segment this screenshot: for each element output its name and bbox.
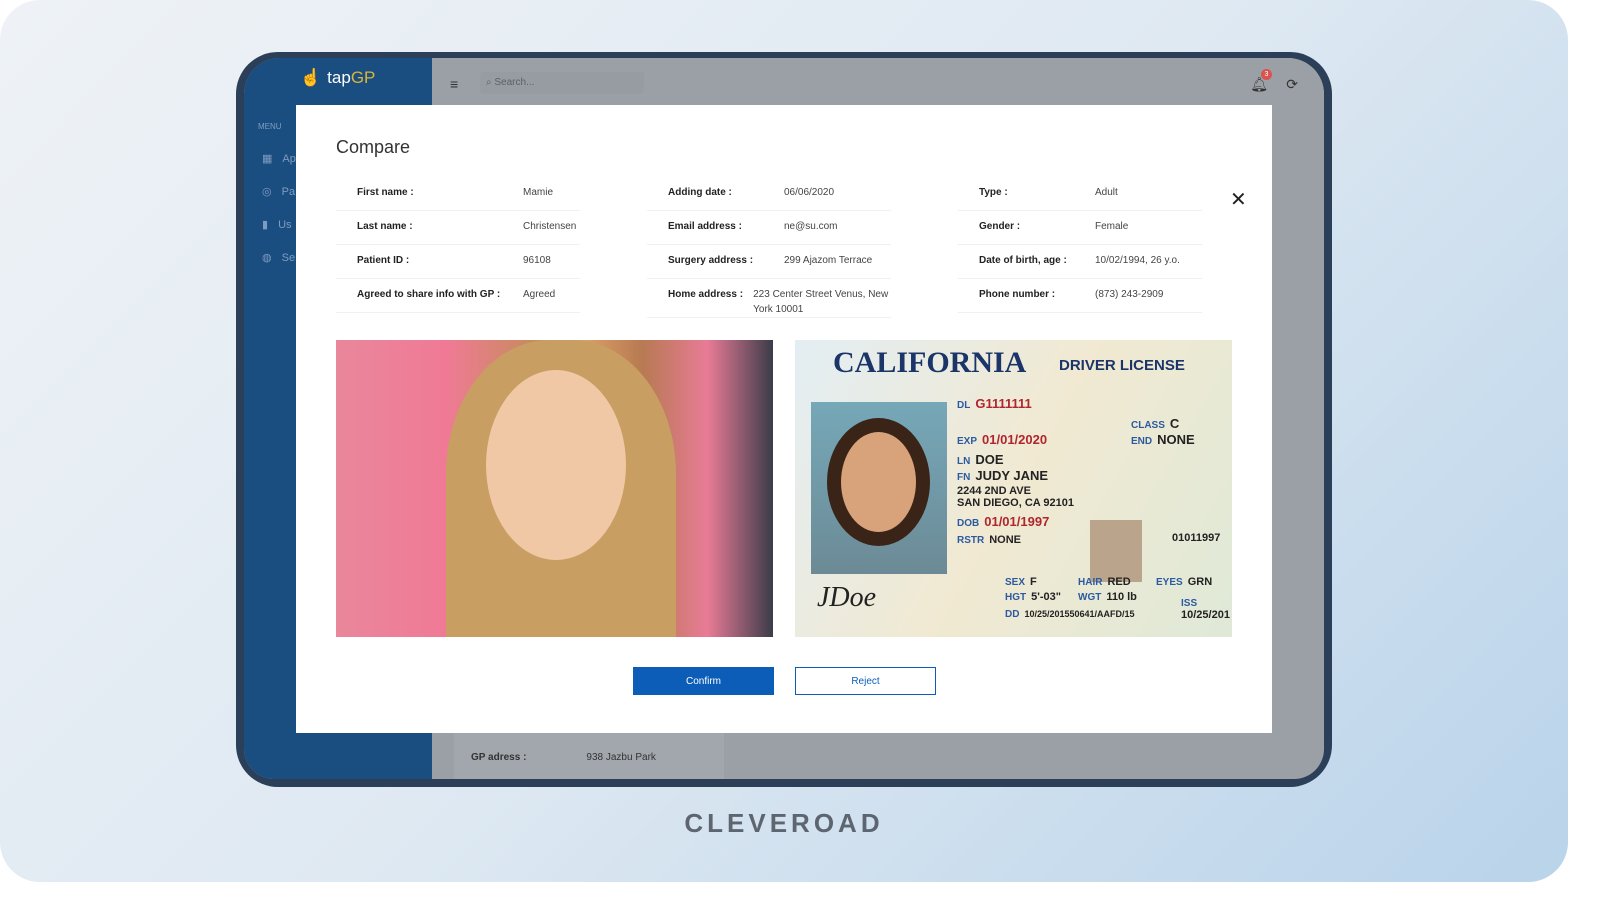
detail-row: Date of birth, age : 10/02/1994, 26 y.o.: [958, 245, 1202, 279]
detail-row: Agreed to share info with GP : Agreed: [336, 279, 580, 313]
gp-address-label: GP adress :: [471, 751, 527, 763]
detail-label: Type :: [979, 187, 1008, 198]
license-rstr: NONE: [989, 534, 1022, 546]
license-address-1: 2244 2ND AVE: [957, 485, 1031, 497]
license-ghost-photo: [1090, 520, 1142, 582]
detail-label: Patient ID :: [357, 255, 410, 266]
globe-icon: ◍: [262, 252, 272, 264]
reject-button[interactable]: Reject: [795, 667, 936, 695]
sidebar-item-label: Pa: [281, 185, 296, 198]
detail-label: Phone number :: [979, 289, 1056, 300]
detail-label: Surgery address :: [668, 255, 754, 266]
top-bar: ≡ ⌕ Search... 🔔︎ 3 ⟳: [432, 58, 1324, 108]
sidebar-item-settings[interactable]: ◍ Se: [262, 251, 296, 265]
patient-photo: [336, 340, 773, 637]
detail-row: Gender : Female: [958, 211, 1202, 245]
search-placeholder: Search...: [494, 77, 535, 88]
sidebar-item-appointments[interactable]: ▦ Ap: [262, 152, 296, 166]
license-eyes: GRN: [1187, 576, 1213, 588]
detail-row: Phone number : (873) 243-2909: [958, 279, 1202, 313]
driver-license-image: CALIFORNIA DRIVER LICENSE DL G1111111 CLA…: [795, 340, 1232, 637]
detail-value: Adult: [1095, 187, 1118, 198]
license-hgt: 5'-03": [1031, 591, 1061, 603]
license-end: NONE: [1157, 432, 1195, 447]
sidebar-item-label: Ap: [282, 152, 296, 165]
license-dd: 10/25/201550641/AAFD/15: [1024, 609, 1135, 619]
detail-row: First name : Mamie: [336, 177, 580, 211]
details-column: Type : Adult Gender : Female Date of birth, …: [958, 177, 1202, 313]
sidebar-item-label: Us: [278, 218, 292, 231]
detail-value: Christensen: [523, 221, 577, 232]
detail-row: Last name : Christensen: [336, 211, 580, 245]
detail-row: Type : Adult: [958, 177, 1202, 211]
detail-value: 06/06/2020: [784, 187, 835, 198]
detail-value: 96108: [523, 255, 551, 266]
detail-value: Female: [1095, 221, 1129, 232]
license-fn: JUDY JANE: [975, 468, 1049, 483]
license-number: 01011997: [1172, 532, 1221, 544]
touch-icon: ☝: [300, 68, 322, 87]
license-iss-label: ISS: [1181, 598, 1198, 609]
detail-value: ne@su.com: [784, 221, 838, 232]
logo-text: tap: [327, 68, 351, 87]
bar-chart-icon: ▮: [262, 219, 269, 231]
detail-row: Adding date : 06/06/2020: [647, 177, 891, 211]
details-column: Adding date : 06/06/2020 Email address : ne…: [647, 177, 891, 318]
search-input[interactable]: ⌕ Search...: [480, 72, 644, 94]
sidebar-item-label: Se: [281, 251, 296, 264]
user-circle-icon: ◎: [262, 186, 272, 198]
detail-label: First name :: [357, 187, 414, 198]
sidebar-item-users[interactable]: ▮ Us: [262, 218, 292, 232]
license-ln: DOE: [975, 452, 1004, 467]
detail-value: Mamie: [523, 187, 554, 198]
detail-label: Home address :: [668, 289, 744, 300]
hamburger-menu-icon[interactable]: ≡: [450, 76, 458, 92]
detail-value: 223 Center Street Venus, New York 10001: [753, 289, 889, 315]
detail-label: Date of birth, age :: [979, 255, 1067, 266]
confirm-button[interactable]: Confirm: [633, 667, 774, 695]
details-column: First name : Mamie Last name : Christensen P…: [336, 177, 580, 313]
license-address-2: SAN DIEGO, CA 92101: [957, 497, 1074, 509]
detail-value: Agreed: [523, 289, 556, 300]
background-detail-row: GP adress : 938 Jazbu Park: [454, 733, 724, 779]
detail-label: Agreed to share info with GP :: [357, 289, 501, 300]
license-state: CALIFORNIA: [833, 346, 1027, 379]
license-signature: JDoe: [817, 582, 877, 613]
detail-label: Last name :: [357, 221, 413, 232]
detail-row: Email address : ne@su.com: [647, 211, 891, 245]
logo: ☝ tapGP: [300, 68, 375, 88]
calendar-icon: ▦: [262, 153, 273, 165]
detail-row: Patient ID : 96108: [336, 245, 580, 279]
license-exp: 01/01/2020: [982, 432, 1048, 447]
detail-value: 10/02/1994, 26 y.o.: [1095, 255, 1180, 266]
notification-badge: 3: [1261, 69, 1272, 80]
license-photo: [811, 402, 947, 574]
logo-text-accent: GP: [350, 68, 376, 87]
detail-value: (873) 243-2909: [1095, 289, 1164, 300]
detail-label: Adding date :: [668, 187, 732, 198]
license-iss: 10/25/201: [1181, 609, 1230, 621]
detail-label: Email address :: [668, 221, 742, 232]
modal-title: Compare: [336, 137, 411, 157]
detail-label: Gender :: [979, 221, 1021, 232]
compare-modal: Compare ✕ First name : Mamie Last name : Ch…: [296, 105, 1272, 733]
close-icon[interactable]: ✕: [1230, 187, 1247, 212]
license-dob: 01/01/1997: [984, 514, 1050, 529]
detail-row: Surgery address : 299 Ajazom Terrace: [647, 245, 891, 279]
gp-address-value: 938 Jazbu Park: [586, 751, 656, 763]
license-sex: F: [1030, 576, 1037, 588]
detail-value: 299 Ajazom Terrace: [784, 255, 873, 266]
detail-row: Home address : 223 Center Street Venus, N…: [647, 279, 891, 318]
license-dl: G1111111: [975, 396, 1032, 411]
license-hair: RED: [1107, 576, 1131, 588]
license-wgt: 110 lb: [1106, 591, 1137, 603]
menu-label: MENU: [258, 122, 282, 131]
license-type: DRIVER LICENSE: [1059, 357, 1185, 374]
brand-watermark: CLEVEROAD: [684, 808, 884, 838]
logout-icon[interactable]: ⟳: [1286, 76, 1298, 93]
license-class: C: [1169, 416, 1180, 431]
sidebar-item-patients[interactable]: ◎ Pa: [262, 185, 296, 199]
